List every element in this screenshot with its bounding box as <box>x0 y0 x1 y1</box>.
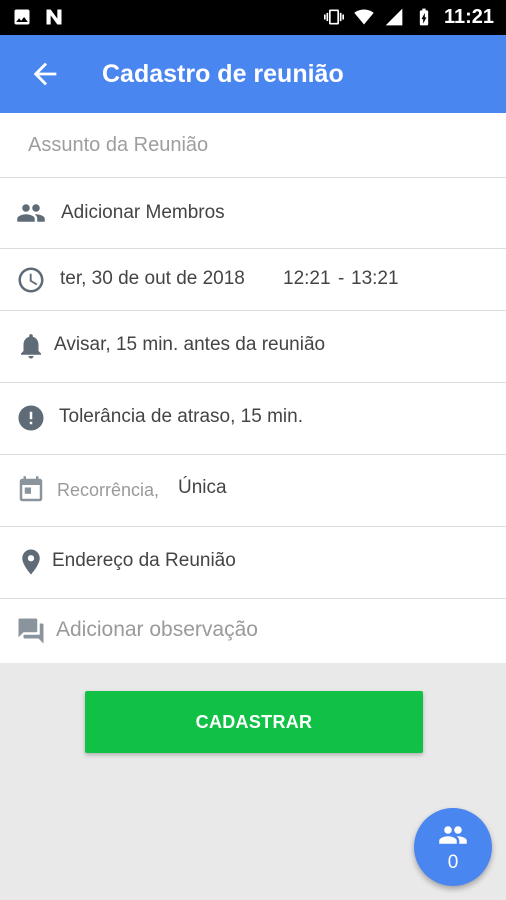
alert-circle-icon <box>18 405 44 431</box>
location-pin-icon <box>22 549 40 575</box>
n-notification-icon <box>46 9 62 25</box>
wifi-icon <box>354 9 374 25</box>
date-time-row[interactable]: ter, 30 de out de 2018 12:21 - 13:21 <box>0 249 506 311</box>
recurrence-value: Única <box>178 477 227 498</box>
app-bar: Cadastro de reunião <box>0 35 506 113</box>
meeting-date[interactable]: ter, 30 de out de 2018 <box>60 267 245 291</box>
recurrence-label: Recorrência, <box>57 480 160 500</box>
status-bar: 11:21 <box>0 0 506 35</box>
status-time: 11:21 <box>443 6 494 28</box>
comment-icon <box>18 618 44 644</box>
add-members-row[interactable]: Adicionar Membros <box>0 178 506 249</box>
member-count: 0 <box>447 852 459 873</box>
people-icon <box>439 826 467 844</box>
people-icon <box>17 204 45 222</box>
end-time[interactable]: 13:21 <box>351 268 399 290</box>
clock-icon <box>18 267 44 293</box>
status-left <box>12 7 64 27</box>
address-row[interactable]: Endereço da Reunião <box>0 527 506 599</box>
recurrence-row[interactable]: Recorrência, Única <box>0 455 506 527</box>
add-members-label: Adicionar Membros <box>61 202 225 223</box>
observation-placeholder: Adicionar observação <box>56 618 258 641</box>
members-fab[interactable]: 0 <box>414 808 492 886</box>
alert-label: Avisar, 15 min. antes da reunião <box>54 334 326 355</box>
page-title: Cadastro de reunião <box>102 60 344 88</box>
tolerance-label: Tolerância de atraso, 15 min. <box>59 406 303 427</box>
alert-row[interactable]: Avisar, 15 min. antes da reunião <box>0 311 506 383</box>
subject-placeholder: Assunto da Reunião <box>28 134 209 156</box>
image-icon <box>14 9 30 25</box>
register-button[interactable]: CADASTRAR <box>85 691 423 753</box>
bell-icon <box>21 334 41 359</box>
tolerance-row[interactable]: Tolerância de atraso, 15 min. <box>0 383 506 455</box>
observation-input[interactable]: Adicionar observação <box>0 599 506 663</box>
address-label: Endereço da Reunião <box>52 550 236 571</box>
vibrate-icon <box>323 9 344 25</box>
start-time[interactable]: 12:21 <box>283 268 331 290</box>
meeting-form: Assunto da Reunião Adicionar Membros ter… <box>0 113 506 663</box>
signal-icon <box>385 8 403 26</box>
back-arrow-icon[interactable] <box>28 57 62 91</box>
battery-icon <box>419 8 429 26</box>
subject-input[interactable]: Assunto da Reunião <box>0 113 506 178</box>
time-separator: - <box>338 268 345 289</box>
status-right: 11:21 <box>323 6 494 28</box>
calendar-icon <box>19 476 43 502</box>
